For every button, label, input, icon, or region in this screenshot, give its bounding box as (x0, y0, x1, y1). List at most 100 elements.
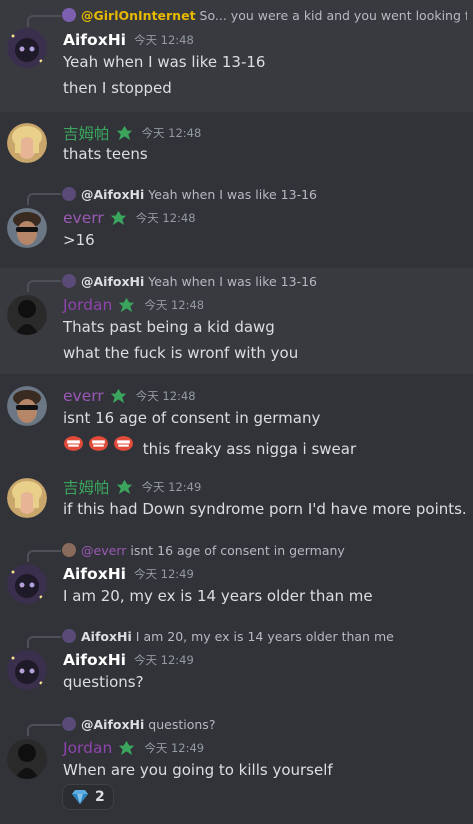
message-text: Yeah when I was like 13-16 (63, 53, 266, 71)
message-item[interactable]: 吉姆帕 今天 12:48 thats teens (0, 113, 473, 173)
reply-username[interactable]: AifoxHi (81, 629, 132, 644)
reply-connector (27, 15, 61, 27)
reply-avatar (62, 629, 76, 643)
reply-avatar (62, 543, 76, 557)
reaction-count: 2 (95, 789, 105, 805)
message-text: thats teens (63, 145, 148, 163)
message-item[interactable]: 吉姆帕 今天 12:49 if this had Down syndrome p… (0, 470, 473, 532)
avatar[interactable] (7, 295, 47, 335)
message-text: I am 20, my ex is 14 years older than me (63, 587, 373, 605)
timestamp: 今天 12:49 (133, 567, 194, 581)
reply-preview[interactable]: @AifoxHi Yeah when I was like 13-16 (62, 185, 467, 203)
username[interactable]: AifoxHi (63, 31, 126, 49)
message-item[interactable]: @AifoxHi questions? Jordan 今天 12:49 When… (0, 712, 473, 820)
message-text: >16 (63, 231, 95, 249)
reply-preview[interactable]: @GirlOnInternet So... you were a kid and… (62, 6, 467, 24)
timestamp: 今天 12:48 (141, 126, 202, 140)
reply-avatar (62, 274, 76, 288)
reply-username[interactable]: @everr (81, 543, 126, 558)
message-item[interactable]: @AifoxHi Yeah when I was like 13-16 ever… (0, 182, 473, 262)
message-header: everr 今天 12:48 (63, 207, 196, 229)
role-badge-icon[interactable] (117, 739, 136, 758)
reply-preview[interactable]: @AifoxHi questions? (62, 715, 467, 733)
username[interactable]: 吉姆帕 (63, 122, 110, 144)
reply-username[interactable]: @AifoxHi (81, 274, 144, 289)
message-text: this freaky ass nigga i swear (142, 440, 357, 458)
timestamp: 今天 12:48 (135, 389, 196, 403)
mouth-emoji-icon (114, 436, 133, 451)
message-item[interactable]: AifoxHi I am 20, my ex is 14 years older… (0, 624, 473, 704)
message-header: Jordan 今天 12:49 (63, 737, 204, 759)
reaction-button[interactable]: 2 (62, 784, 114, 810)
username[interactable]: 吉姆帕 (63, 476, 110, 498)
message-item[interactable]: @everr isnt 16 age of consent in germany… (0, 538, 473, 614)
username[interactable]: everr (63, 387, 104, 405)
reply-text: So... you were a kid and you went lookin… (199, 7, 467, 23)
avatar[interactable] (7, 28, 47, 68)
message-text: what the fuck is wronf with you (63, 344, 299, 362)
mouth-emoji-icon (64, 436, 83, 451)
avatar[interactable] (7, 123, 47, 163)
timestamp: 今天 12:48 (144, 298, 205, 312)
role-badge-icon[interactable] (109, 209, 128, 228)
timestamp: 今天 12:49 (133, 653, 194, 667)
timestamp: 今天 12:48 (133, 33, 194, 47)
reply-avatar (62, 8, 76, 22)
gem-icon (72, 790, 88, 804)
message-item[interactable]: @AifoxHi Yeah when I was like 13-16 Jord… (0, 268, 473, 374)
avatar[interactable] (7, 478, 47, 518)
reply-connector (27, 193, 61, 205)
message-item[interactable]: everr 今天 12:48 isnt 16 age of consent in… (0, 380, 473, 464)
role-badge-icon[interactable] (115, 478, 134, 497)
reply-text: Yeah when I was like 13-16 (148, 273, 318, 289)
username[interactable]: Jordan (63, 296, 112, 314)
reply-text: I am 20, my ex is 14 years older than me (135, 628, 394, 644)
role-badge-icon[interactable] (115, 124, 134, 143)
reply-preview[interactable]: @everr isnt 16 age of consent in germany (62, 541, 467, 559)
message-header: AifoxHi 今天 12:49 (63, 649, 194, 671)
reply-username[interactable]: @GirlOnInternet (81, 8, 196, 23)
message-text-with-emoji: this freaky ass nigga i swear (63, 433, 356, 459)
reply-connector (27, 636, 61, 648)
avatar[interactable] (7, 208, 47, 248)
avatar[interactable] (7, 739, 47, 779)
chat-messages: @GirlOnInternet So... you were a kid and… (0, 0, 473, 824)
role-badge-icon[interactable] (117, 296, 136, 315)
role-badge-icon[interactable] (109, 387, 128, 406)
message-header: 吉姆帕 今天 12:48 (63, 122, 201, 144)
message-text: if this had Down syndrome porn I'd have … (63, 500, 467, 518)
timestamp: 今天 12:48 (135, 211, 196, 225)
message-header: 吉姆帕 今天 12:49 (63, 476, 201, 498)
reply-text: questions? (148, 716, 216, 732)
message-text: Thats past being a kid dawg (63, 318, 275, 336)
message-header: AifoxHi 今天 12:48 (63, 29, 194, 51)
message-header: everr 今天 12:48 (63, 385, 196, 407)
avatar[interactable] (7, 386, 47, 426)
username[interactable]: AifoxHi (63, 651, 126, 669)
message-text: isnt 16 age of consent in germany (63, 409, 321, 427)
reply-connector (27, 550, 61, 562)
message-header: Jordan 今天 12:48 (63, 294, 204, 316)
reply-connector (27, 724, 61, 736)
message-header: AifoxHi 今天 12:49 (63, 563, 194, 585)
reply-avatar (62, 717, 76, 731)
timestamp: 今天 12:49 (141, 480, 202, 494)
reply-avatar (62, 187, 76, 201)
username[interactable]: AifoxHi (63, 565, 126, 583)
avatar[interactable] (7, 650, 47, 690)
timestamp: 今天 12:49 (144, 741, 205, 755)
message-item[interactable]: @GirlOnInternet So... you were a kid and… (0, 0, 473, 112)
username[interactable]: Jordan (63, 739, 112, 757)
message-text: then I stopped (63, 79, 172, 97)
reply-preview[interactable]: @AifoxHi Yeah when I was like 13-16 (62, 272, 467, 290)
reply-preview[interactable]: AifoxHi I am 20, my ex is 14 years older… (62, 627, 467, 645)
reply-text: Yeah when I was like 13-16 (148, 186, 318, 202)
username[interactable]: everr (63, 209, 104, 227)
message-text: questions? (63, 673, 144, 691)
message-text: When are you going to kills yourself (63, 761, 333, 779)
reply-text: isnt 16 age of consent in germany (130, 542, 345, 558)
reply-username[interactable]: @AifoxHi (81, 717, 144, 732)
reply-username[interactable]: @AifoxHi (81, 187, 144, 202)
avatar[interactable] (7, 564, 47, 604)
reply-connector (27, 280, 61, 292)
